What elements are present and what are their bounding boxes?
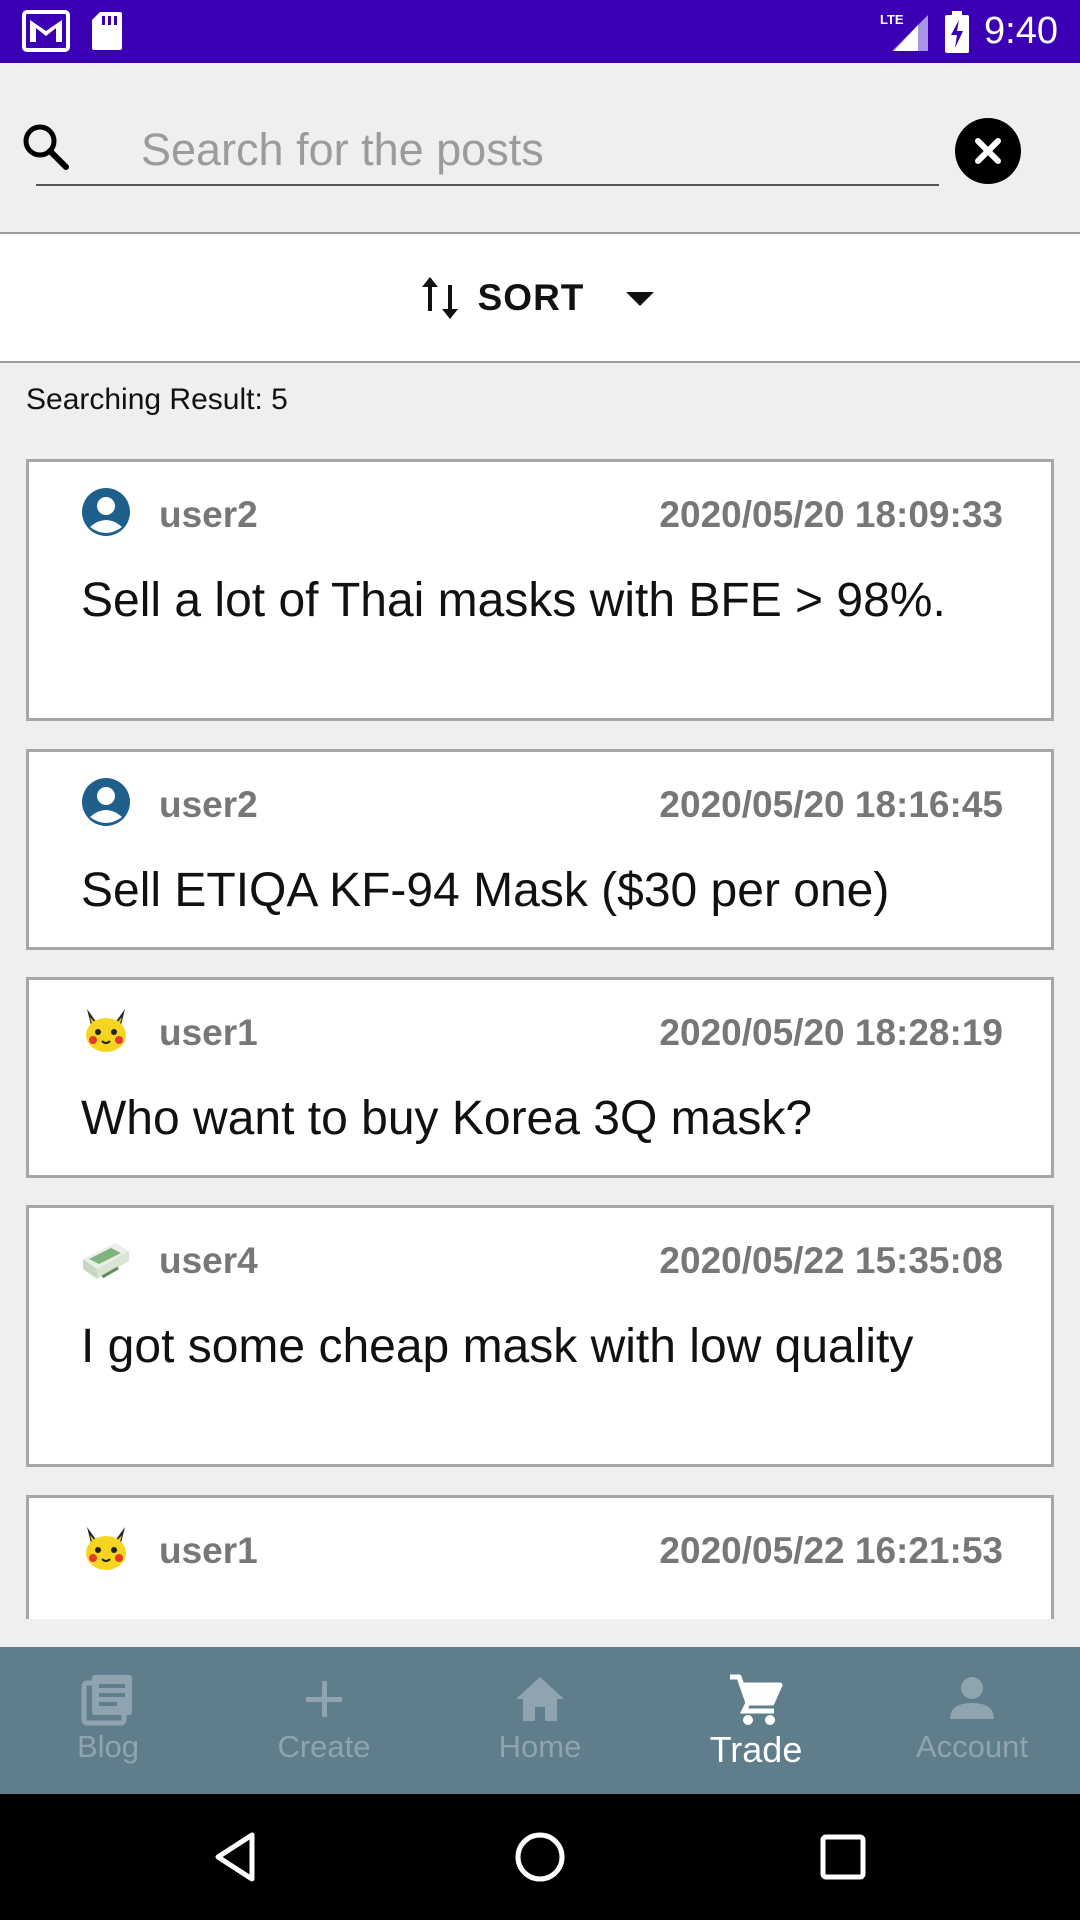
recents-icon[interactable]	[813, 1827, 873, 1887]
sort-button[interactable]: SORT	[420, 273, 661, 323]
post-card[interactable]: user2 2020/05/20 18:09:33 Sell a lot of …	[26, 459, 1054, 721]
post-card[interactable]: user1 2020/05/22 16:21:53	[26, 1495, 1054, 1619]
back-icon[interactable]	[206, 1827, 266, 1887]
cart-icon	[730, 1674, 783, 1725]
result-count: Searching Result: 5	[26, 383, 288, 416]
close-icon	[975, 138, 1001, 164]
nav-item-home[interactable]: Home	[432, 1647, 648, 1794]
post-timestamp: 2020/05/20 18:09:33	[659, 494, 1003, 535]
nav-label: Trade	[709, 1729, 803, 1770]
sort-label: SORT	[477, 276, 585, 318]
post-timestamp: 2020/05/22 15:35:08	[659, 1240, 1003, 1281]
status-bar: LTE 9:40	[0, 0, 1080, 63]
plus-icon	[306, 1681, 342, 1717]
post-card[interactable]: user1 2020/05/20 18:28:19 Who want to bu…	[26, 977, 1054, 1178]
post-username: user1	[159, 1012, 258, 1053]
post-timestamp: 2020/05/20 18:16:45	[659, 784, 1003, 825]
gmail-notification-icon	[22, 10, 70, 52]
post-username: user2	[159, 494, 258, 535]
post-timestamp: 2020/05/22 16:21:53	[659, 1530, 1003, 1571]
system-navigation-bar	[0, 1794, 1080, 1920]
sort-bar: SORT	[0, 234, 1080, 363]
search-input[interactable]	[141, 115, 921, 185]
battery-charging-icon	[945, 10, 970, 53]
person-avatar-icon	[82, 778, 130, 826]
nav-item-blog[interactable]: Blog	[0, 1647, 216, 1794]
nav-label: Home	[498, 1729, 582, 1764]
lte-signal-icon: LTE	[880, 12, 929, 51]
nav-item-account[interactable]: Account	[864, 1647, 1080, 1794]
post-text: Sell a lot of Thai masks with BFE > 98%.	[81, 574, 946, 627]
nav-item-create[interactable]: Create	[216, 1647, 432, 1794]
post-card[interactable]: user4 2020/05/22 15:35:08 I got some che…	[26, 1205, 1054, 1467]
pikachu-avatar	[86, 1009, 126, 1052]
person-avatar-icon	[82, 488, 130, 536]
post-text: I got some cheap mask with low quality	[81, 1320, 914, 1373]
post-list[interactable]: user2 2020/05/20 18:09:33 Sell a lot of …	[26, 459, 1054, 1619]
account-icon	[950, 1677, 994, 1719]
bottom-navigation: Blog Create Home Trade Account	[0, 1647, 1080, 1794]
search-icon	[23, 124, 69, 170]
svg-text:LTE: LTE	[880, 12, 904, 27]
search-bar-container	[0, 63, 1080, 234]
mask-box-avatar	[83, 1243, 129, 1279]
nav-item-trade[interactable]: Trade	[648, 1647, 864, 1794]
nav-label: Blog	[76, 1729, 140, 1764]
post-card[interactable]: user2 2020/05/20 18:16:45 Sell ETIQA KF-…	[26, 749, 1054, 950]
post-text: Who want to buy Korea 3Q mask?	[81, 1092, 813, 1145]
post-username: user1	[159, 1530, 258, 1571]
search-underline	[36, 184, 939, 186]
chevron-down-icon	[626, 291, 655, 306]
post-timestamp: 2020/05/20 18:28:19	[659, 1012, 1003, 1053]
post-text: Sell ETIQA KF-94 Mask ($30 per one)	[81, 864, 890, 917]
nav-label: Create	[277, 1729, 371, 1764]
sd-card-icon	[92, 12, 122, 50]
home-circle-icon[interactable]	[510, 1827, 570, 1887]
clear-search-button[interactable]	[955, 118, 1021, 184]
clock: 9:40	[984, 10, 1058, 52]
sort-arrows-icon	[421, 276, 458, 319]
post-username: user4	[159, 1240, 258, 1281]
blog-icon	[81, 1675, 132, 1726]
nav-label: Account	[915, 1729, 1028, 1764]
post-username: user2	[159, 784, 258, 825]
home-icon	[516, 1677, 564, 1721]
pikachu-avatar	[86, 1527, 126, 1570]
